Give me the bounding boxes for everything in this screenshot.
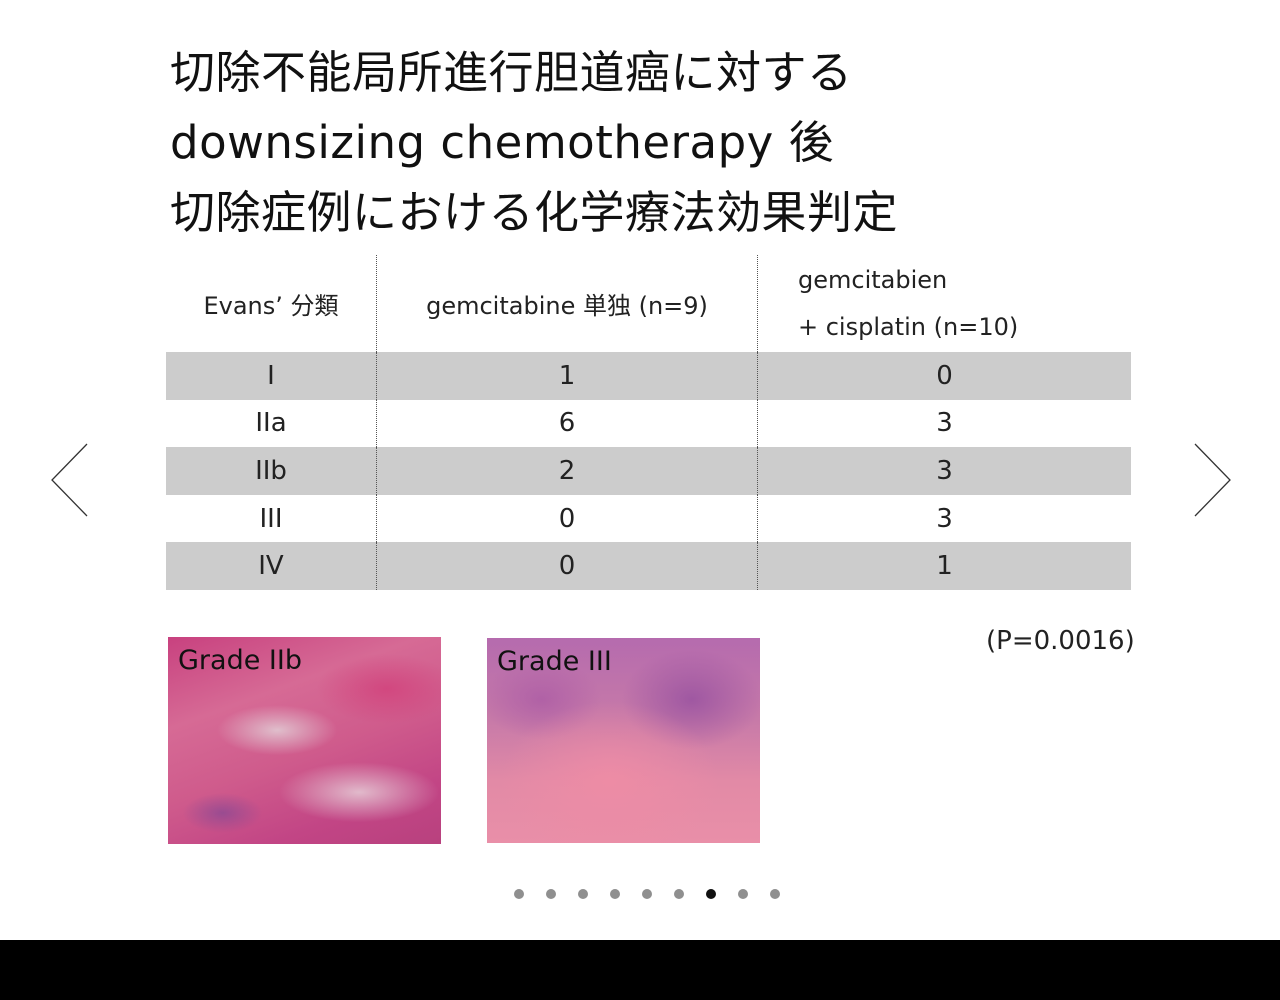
cell-grade: IV bbox=[166, 542, 377, 590]
evans-classification-table: Evans’ 分類 gemcitabine 単独 (n=9) gemcitabi… bbox=[166, 255, 1131, 590]
header-gem-cisplatin: gemcitabien + cisplatin (n=10) bbox=[757, 255, 1131, 352]
table-row: IIa 6 3 bbox=[166, 399, 1131, 448]
cell-grade: I bbox=[166, 352, 377, 400]
cell-gem: 6 bbox=[376, 399, 758, 448]
table-row: I 1 0 bbox=[166, 352, 1131, 400]
pagination-dot[interactable] bbox=[738, 889, 748, 899]
pagination-dot[interactable] bbox=[770, 889, 780, 899]
histology-image-grade-iib: Grade IIb bbox=[168, 637, 441, 844]
title-line-1: 切除不能局所進行胆道癌に対する bbox=[170, 46, 853, 99]
pagination-dot[interactable] bbox=[546, 889, 556, 899]
cell-gem-cis: 1 bbox=[757, 542, 1131, 590]
bottom-bar bbox=[0, 940, 1280, 1000]
cell-gem: 0 bbox=[376, 542, 758, 590]
pagination-dot[interactable] bbox=[642, 889, 652, 899]
cell-gem: 1 bbox=[376, 352, 758, 400]
cell-grade: IIb bbox=[166, 447, 377, 495]
pagination-dot-active[interactable] bbox=[706, 889, 716, 899]
pagination-dot[interactable] bbox=[610, 889, 620, 899]
cell-gem-cis: 3 bbox=[757, 399, 1131, 448]
cell-grade: III bbox=[259, 503, 283, 534]
cell-gem: 2 bbox=[376, 447, 758, 495]
cell-grade: IIa bbox=[255, 408, 287, 439]
cell-gem: 0 bbox=[376, 494, 758, 543]
pagination-dot[interactable] bbox=[674, 889, 684, 899]
header-gem-cisplatin-line1: gemcitabien bbox=[798, 265, 948, 294]
header-gem-cisplatin-line2: + cisplatin (n=10) bbox=[798, 312, 1019, 341]
image-label-grade-iib: Grade IIb bbox=[178, 645, 302, 676]
chevron-left-icon bbox=[51, 443, 88, 517]
pagination-dot[interactable] bbox=[578, 889, 588, 899]
next-slide-button[interactable] bbox=[1192, 443, 1232, 517]
title-line-2: downsizing chemotherapy 後 bbox=[170, 116, 835, 169]
slide-title: 切除不能局所進行胆道癌に対する downsizing chemotherapy … bbox=[170, 38, 898, 248]
title-line-3: 切除症例における化学療法効果判定 bbox=[170, 186, 899, 239]
pagination-dot[interactable] bbox=[514, 889, 524, 899]
table-row: III 0 3 bbox=[166, 494, 1131, 543]
cell-gem-cis: 3 bbox=[757, 494, 1131, 543]
chevron-right-icon bbox=[1194, 443, 1231, 517]
table-row: IIb 2 3 bbox=[166, 447, 1131, 495]
table-row: IV 0 1 bbox=[166, 542, 1131, 590]
p-value-label: (P=0.0016) bbox=[986, 626, 1135, 656]
slide-pagination bbox=[514, 889, 780, 901]
cell-gem-cis: 3 bbox=[757, 447, 1131, 495]
header-gemcitabine: gemcitabine 単独 (n=9) bbox=[376, 255, 758, 352]
header-evans: Evans’ 分類 bbox=[203, 292, 339, 320]
image-label-grade-iii: Grade III bbox=[497, 646, 612, 677]
cell-gem-cis: 0 bbox=[757, 352, 1131, 400]
previous-slide-button[interactable] bbox=[50, 443, 90, 517]
table-header-row: Evans’ 分類 gemcitabine 単独 (n=9) gemcitabi… bbox=[166, 255, 1131, 352]
histology-image-grade-iii: Grade III bbox=[487, 638, 760, 843]
